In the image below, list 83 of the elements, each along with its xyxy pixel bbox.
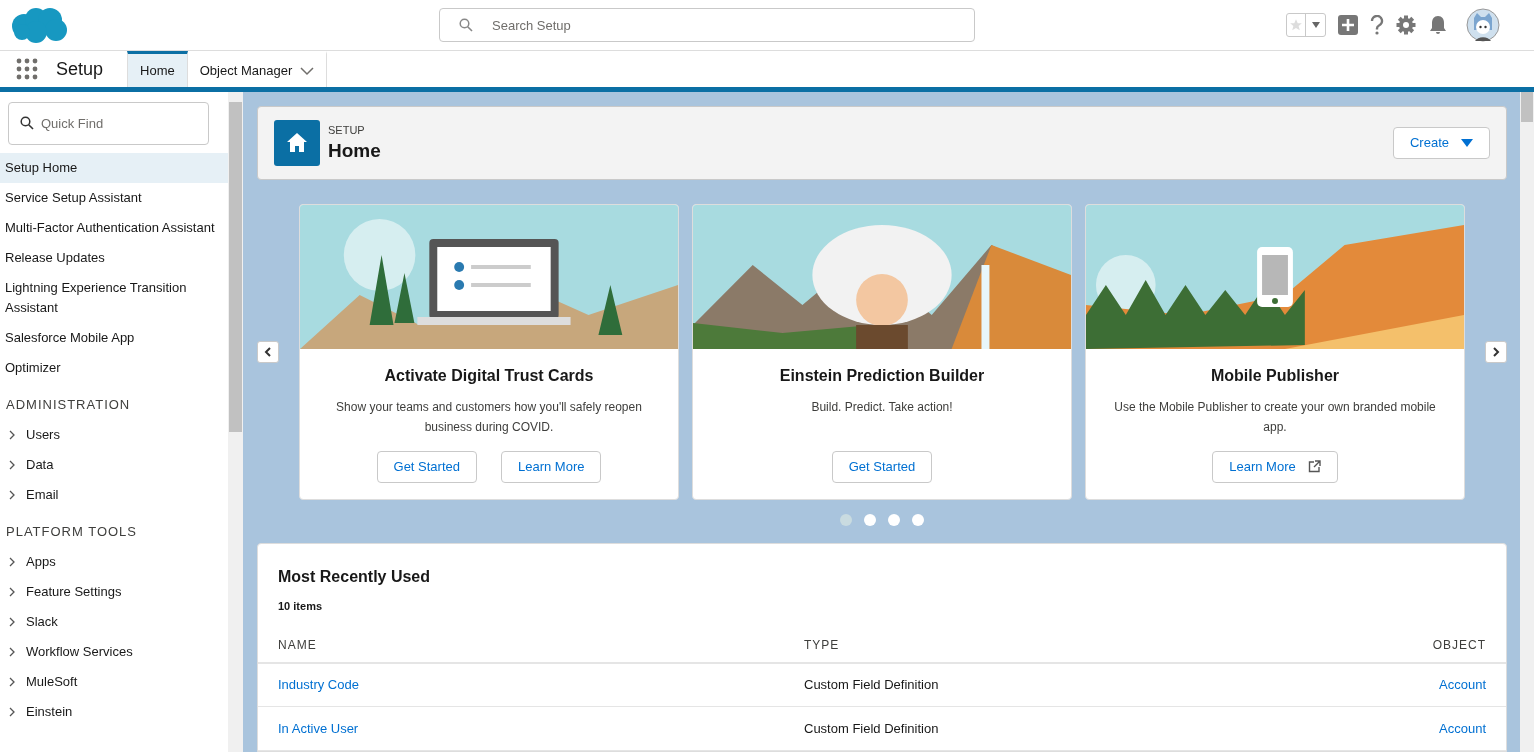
chevron-right-icon[interactable] — [8, 616, 16, 628]
card-description: Show your teams and customers how you'll safely reopen business during COVID. — [335, 398, 643, 436]
card-button[interactable]: Learn More — [501, 450, 602, 483]
record-link[interactable]: Industry Code — [278, 677, 359, 693]
sidebar-item[interactable]: Release Updates — [0, 243, 228, 273]
sidebar-item[interactable]: Service Setup Assistant — [0, 183, 228, 213]
search-field[interactable]: Search Setup — [439, 8, 975, 42]
section-title: Most Recently Used — [278, 567, 432, 586]
sidebar-item[interactable]: Einstein — [26, 702, 73, 722]
chevron-left-icon — [264, 346, 272, 357]
card-description: Use the Mobile Publisher to create your own branded mobile app. — [1114, 398, 1436, 436]
avatar-icon[interactable] — [1466, 8, 1500, 42]
carousel-dot[interactable] — [840, 513, 852, 526]
sidebar-item[interactable]: Optimizer — [0, 353, 228, 383]
carousel-dot[interactable] — [864, 513, 876, 526]
sidebar-item[interactable]: Lightning Experience Transition Assistant — [0, 273, 228, 323]
caret-icon — [1461, 138, 1473, 147]
search-icon — [459, 18, 473, 32]
card-title: Activate Digital Trust Cards — [384, 366, 594, 385]
sidebar-item[interactable]: Setup Home — [0, 153, 228, 183]
sidebar-item[interactable]: Data — [26, 455, 54, 475]
section-heading: PLATFORM TOOLS — [5, 523, 139, 541]
chevron-right-icon[interactable] — [8, 586, 16, 598]
column-header: TYPE — [804, 637, 840, 652]
search-icon — [20, 116, 34, 130]
sidebar-item[interactable]: Email — [26, 485, 59, 505]
app-name: Setup — [56, 58, 104, 80]
object-link[interactable]: Account — [1439, 721, 1486, 736]
chevron-right-icon[interactable] — [8, 706, 16, 718]
record-link[interactable]: In Active User — [278, 721, 359, 736]
create-button[interactable]: Create — [1392, 126, 1490, 159]
home-icon — [274, 119, 320, 166]
scrollbar-thumb[interactable] — [229, 102, 242, 432]
scrollbar[interactable] — [228, 92, 243, 752]
sidebar-item[interactable]: Salesforce Mobile App — [0, 323, 228, 353]
help-icon[interactable] — [1370, 15, 1384, 35]
section-heading: ADMINISTRATION — [5, 396, 132, 414]
sidebar-item[interactable]: Users — [26, 425, 60, 445]
chevron-right-icon[interactable] — [8, 429, 16, 441]
carousel-dot[interactable] — [888, 513, 900, 526]
cloud-logo[interactable] — [10, 6, 68, 44]
plus-icon[interactable] — [1338, 15, 1358, 35]
nav-tab[interactable]: Object Manager — [187, 51, 328, 87]
sidebar-item[interactable]: Workflow Services — [26, 642, 133, 662]
page-title: Home — [328, 139, 382, 162]
carousel-dot[interactable] — [912, 513, 924, 526]
table-cell: Custom Field Definition — [804, 721, 939, 736]
chevron-right-icon[interactable] — [8, 489, 16, 501]
column-header: OBJECT — [1432, 637, 1486, 652]
chevron-right-icon[interactable] — [8, 556, 16, 568]
chevron-right-icon[interactable] — [8, 646, 16, 658]
quick-find-field[interactable]: Quick Find — [8, 102, 209, 145]
scrollbar-thumb[interactable] — [1521, 92, 1533, 122]
sidebar-item[interactable]: Multi-Factor Authentication Assistant — [0, 213, 228, 243]
card-button[interactable]: Learn More — [1212, 450, 1338, 483]
card-description: Build. Predict. Take action! — [811, 398, 953, 416]
favorites-button[interactable] — [1286, 13, 1326, 37]
chevron-down-icon[interactable] — [300, 65, 315, 76]
sidebar-item[interactable]: Apps — [26, 552, 56, 572]
app-launcher-icon[interactable] — [16, 58, 38, 80]
chevron-right-icon[interactable] — [8, 459, 16, 471]
settings-icon[interactable] — [1396, 15, 1416, 35]
sidebar-item[interactable]: MuleSoft — [26, 672, 78, 692]
sidebar-item[interactable]: Slack — [26, 612, 58, 632]
item-count: 10 items — [278, 599, 324, 612]
bell-icon[interactable] — [1428, 15, 1448, 35]
previous-button[interactable] — [257, 340, 279, 363]
card-button[interactable]: Get Started — [376, 450, 477, 483]
page-eyebrow: SETUP — [328, 123, 366, 136]
object-link[interactable]: Account — [1439, 677, 1486, 693]
chevron-right-icon — [1492, 346, 1500, 357]
sidebar-item[interactable]: Feature Settings — [26, 582, 122, 602]
column-header: NAME — [278, 637, 317, 652]
caret-icon — [1310, 21, 1321, 29]
chevron-right-icon[interactable] — [8, 676, 16, 688]
card-title: Mobile Publisher — [1211, 366, 1339, 385]
card-title: Einstein Prediction Builder — [779, 366, 985, 385]
table-cell: Custom Field Definition — [804, 677, 939, 693]
nav-tab[interactable]: Home — [127, 51, 188, 87]
scrollbar[interactable] — [1520, 92, 1534, 752]
next-button[interactable] — [1485, 340, 1507, 363]
card-button[interactable]: Get Started — [831, 450, 933, 483]
star-icon — [1289, 18, 1303, 32]
